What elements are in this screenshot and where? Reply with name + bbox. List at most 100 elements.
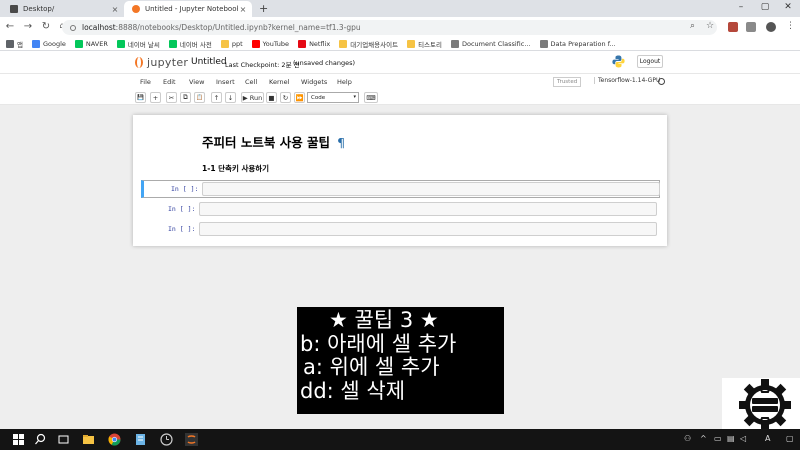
code-input[interactable] [199,222,657,236]
bookmark-item[interactable]: NAVER [74,39,108,48]
code-input[interactable] [199,202,657,216]
code-cell-selected[interactable]: In [ ]: [141,180,660,198]
clock-app-icon[interactable] [160,433,173,446]
bookmark-item[interactable]: Document Classific... [451,39,531,48]
tip-title: ★ 꿀팁 3 ★ [329,308,439,332]
extension-icon[interactable] [746,22,756,32]
save-button[interactable]: 💾 [135,92,146,103]
paste-button[interactable]: 📋 [194,92,205,103]
bookmark-label: NAVER [85,39,108,48]
tip-line: a: 위에 셀 추가 [303,355,440,379]
bookmark-item[interactable]: Data Preparation f... [539,39,616,48]
run-button[interactable]: ▶ Run [241,92,264,103]
new-tab-button[interactable]: + [259,2,268,15]
menu-kernel[interactable]: Kernel [269,78,289,86]
people-icon[interactable]: ⚇ [684,434,691,443]
ime-icon[interactable]: A [765,434,770,443]
logout-button[interactable]: Logout [637,55,663,68]
bookmark-item[interactable]: 대기업채용사이트 [339,39,398,49]
menu-help[interactable]: Help [337,78,352,86]
volume-icon[interactable]: ◁ [740,434,746,443]
minimize-button[interactable]: – [731,2,751,12]
move-up-button[interactable]: ↑ [211,92,222,103]
channel-logo [722,378,800,431]
bookmark-label: 네이버 날씨 [127,40,160,49]
bookmark-item[interactable]: 네이버 날씨 [116,39,160,49]
search-icon[interactable]: ⌕ [690,21,695,31]
markdown-subheading: 1-1 단축키 사용하기 [202,164,270,173]
jupyter-logo[interactable]: jupyter [135,56,188,69]
folder-icon [339,39,348,48]
url-path: :8888/notebooks/Desktop/Untitled.ipynb?k… [115,23,361,32]
menu-file[interactable]: File [140,78,151,86]
bookmark-item[interactable]: ppt [220,39,243,48]
cell-type-select[interactable]: Code ▾ [307,92,359,103]
naver-icon [116,39,125,48]
trusted-indicator[interactable]: Trusted [553,77,582,87]
extension-icon[interactable] [728,22,738,32]
menu-edit[interactable]: Edit [163,78,176,86]
jupyter-icon [132,5,140,13]
notebook-name[interactable]: Untitled [191,57,227,67]
address-bar[interactable]: localhost :8888/notebooks/Desktop/Untitl… [62,20,717,35]
jupyter-icon[interactable] [185,433,198,446]
interrupt-button[interactable]: ■ [266,92,277,103]
chrome-icon[interactable] [108,433,121,446]
tab-title: Untitled - Jupyter Notebook [145,5,238,13]
tray-chevron-icon[interactable]: ^ [700,434,707,443]
task-view-icon[interactable] [57,433,70,446]
bookmark-item[interactable]: YouTube [251,39,290,48]
bookmark-item[interactable]: 네이버 사전 [168,39,212,49]
battery-icon[interactable]: ▭ [714,434,722,443]
menu-kebab-icon[interactable]: ⋮ [786,21,795,31]
code-input[interactable] [202,182,660,196]
restart-button[interactable]: ↻ [280,92,291,103]
bookmark-label: YouTube [262,39,290,48]
bookmark-star-icon[interactable]: ☆ [706,21,714,31]
menu-cell[interactable]: Cell [245,78,257,86]
file-explorer-icon[interactable] [82,433,95,446]
anchor-link[interactable]: ¶ [337,135,345,150]
forward-arrow-icon[interactable]: → [22,21,34,32]
tab-untitled-notebook[interactable]: Untitled - Jupyter Notebook × [124,1,252,17]
tip-line: dd: 셀 삭제 [300,378,406,403]
profile-avatar[interactable] [766,22,776,32]
maximize-button[interactable]: ▢ [755,2,775,12]
info-icon[interactable] [70,24,76,31]
bookmark-item[interactable]: 티스토리 [407,39,442,49]
code-cell[interactable]: In [ ]: [141,201,660,219]
network-icon[interactable]: ▤ [727,434,735,443]
close-tab-icon[interactable]: × [110,5,120,14]
notification-icon[interactable]: ▢ [786,434,794,443]
insert-cell-button[interactable]: + [150,92,161,103]
notepad-icon[interactable] [134,433,147,446]
search-icon[interactable] [34,433,47,446]
back-arrow-icon[interactable]: ← [4,21,16,32]
bookmark-label: ppt [231,39,243,48]
close-tab-icon[interactable]: × [238,5,248,14]
menu-widgets[interactable]: Widgets [301,78,327,86]
browser-tab-strip: Desktop/ × Untitled - Jupyter Notebook ×… [0,0,800,17]
menu-insert[interactable]: Insert [216,78,235,86]
jupyter-logo-text: jupyter [147,56,189,69]
copy-button[interactable]: ⧉ [180,92,191,103]
restart-run-all-button[interactable]: ⏩ [294,92,305,103]
bookmark-item[interactable]: Google [31,39,66,48]
google-icon [31,39,40,48]
reload-icon[interactable]: ↻ [40,21,52,32]
bookmarks-bar: 앱 Google NAVER 네이버 날씨 네이버 사전 ppt YouTube Netfli… [0,37,800,51]
code-cell[interactable]: In [ ]: [141,221,660,239]
bookmark-label: 대기업채용사이트 [350,40,399,49]
move-down-button[interactable]: ↓ [225,92,236,103]
cut-button[interactable]: ✂ [166,92,177,103]
command-palette-button[interactable]: ⌨ [364,92,378,103]
bookmark-item[interactable]: Netflix [298,39,330,48]
folder-icon [10,5,18,13]
menu-view[interactable]: View [189,78,204,86]
windows-start-icon[interactable] [12,433,25,446]
naver-icon [74,39,83,48]
close-window-button[interactable]: ✕ [778,2,798,12]
bookmark-item[interactable]: 앱 [6,39,23,49]
tab-desktop[interactable]: Desktop/ × [2,1,124,17]
gear-logo-icon [739,379,791,431]
